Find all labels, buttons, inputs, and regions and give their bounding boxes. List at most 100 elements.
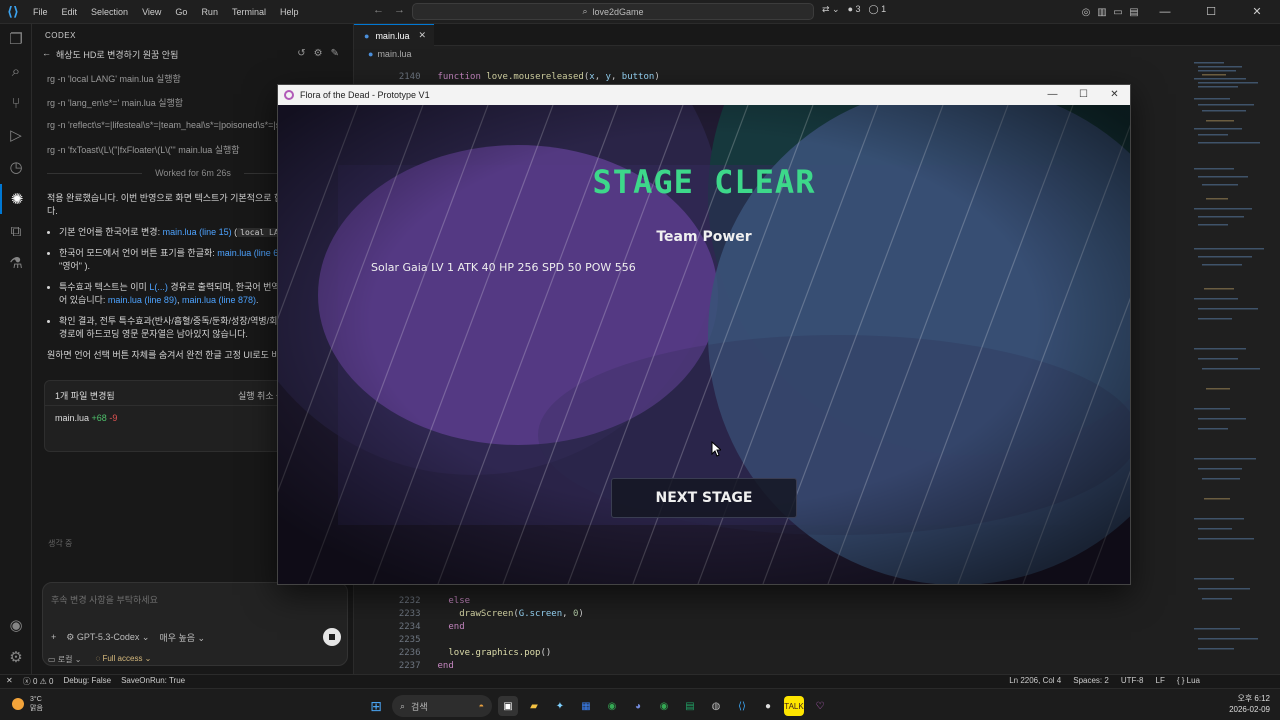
store-icon[interactable]: ▦: [576, 696, 596, 716]
run-debug-icon[interactable]: ▷: [0, 120, 32, 150]
errors-count[interactable]: ◯ 1: [869, 4, 887, 15]
workspace-name: love2dGame: [592, 6, 644, 17]
layout-customize-icon[interactable]: ▤: [1126, 7, 1142, 18]
composer-input[interactable]: 후속 변경 사항을 부탁하세요: [51, 593, 158, 606]
game-window-titlebar[interactable]: Flora of the Dead - Prototype V1 — ☐ ✕: [278, 85, 1130, 105]
start-icon[interactable]: ⊞: [366, 696, 386, 716]
search-activity-icon[interactable]: ⌕: [0, 56, 32, 86]
excel-icon[interactable]: ▤: [680, 696, 700, 716]
breadcrumb[interactable]: ● main.lua: [368, 49, 411, 59]
access-mode-selector[interactable]: ◌ Full access ⌄: [95, 654, 151, 665]
menu-go[interactable]: Go: [168, 0, 194, 24]
menu-terminal[interactable]: Terminal: [225, 0, 273, 24]
game-maximize-button[interactable]: ☐: [1068, 85, 1099, 105]
system-clock[interactable]: 오후 6:12 2026-02-09: [1229, 693, 1270, 715]
game-window: Flora of the Dead - Prototype V1 — ☐ ✕ S…: [277, 84, 1131, 585]
save-on-run-status[interactable]: SaveOnRun: True: [121, 676, 185, 687]
language-mode[interactable]: { } Lua: [1177, 676, 1200, 685]
vscode-taskbar-icon[interactable]: ⟨⟩: [732, 696, 752, 716]
stop-icon: [329, 634, 335, 640]
codex-icon[interactable]: ✺: [0, 184, 32, 214]
changes-count[interactable]: ● 3: [848, 4, 861, 15]
command-log-item[interactable]: rg -n 'lang_en\s*=' main.lua 실행함: [47, 96, 183, 109]
code-line[interactable]: 2237 end: [354, 651, 454, 671]
weather-widget[interactable]: 3°C 맑음: [12, 695, 43, 713]
command-log-item[interactable]: rg -n 'local LANG' main.lua 실행함: [47, 72, 181, 85]
discord-icon[interactable]: ◕: [628, 696, 648, 716]
problems-indicator[interactable]: ⓧ 0 ⚠ 0: [23, 676, 54, 687]
explorer-icon[interactable]: ❐: [0, 24, 32, 54]
forward-arrow-icon[interactable]: →: [394, 4, 405, 16]
minimize-button[interactable]: —: [1142, 0, 1188, 24]
settings-gear-icon[interactable]: ⚙: [0, 642, 32, 672]
minimap[interactable]: [1192, 58, 1278, 668]
inline-link[interactable]: L(...): [149, 282, 168, 292]
taskbar-search[interactable]: ⌕ 검색 ◓: [392, 695, 492, 717]
account-icon[interactable]: ◉: [0, 610, 32, 640]
menu-file[interactable]: File: [26, 0, 55, 24]
file-link[interactable]: main.lua (line 878): [182, 295, 256, 305]
menu-help[interactable]: Help: [273, 0, 306, 24]
menu-view[interactable]: View: [135, 0, 168, 24]
layout-sidebar-icon[interactable]: ▥: [1094, 7, 1110, 18]
additions-count: +68: [91, 413, 107, 423]
source-control-icon[interactable]: ⇄ ⌄: [822, 4, 840, 15]
steam-icon[interactable]: ◍: [706, 696, 726, 716]
github-icon[interactable]: ●: [758, 696, 778, 716]
tab-main-lua[interactable]: ● main.lua ✕: [354, 24, 434, 46]
code-line[interactable]: 2235: [354, 625, 438, 645]
settings-icon[interactable]: ⚙: [314, 48, 323, 59]
chrome-profile-icon[interactable]: ◉: [654, 696, 674, 716]
file-link[interactable]: main.lua (line 15): [163, 227, 232, 237]
close-tab-icon[interactable]: ✕: [418, 30, 426, 41]
menu-edit[interactable]: Edit: [55, 0, 85, 24]
back-icon[interactable]: ←: [42, 48, 51, 61]
timeline-icon[interactable]: ◷: [0, 152, 32, 182]
game-minimize-button[interactable]: —: [1037, 85, 1068, 105]
hero-stats-row: Solar Gaia LV 1 ATK 40 HP 256 SPD 50 POW…: [371, 261, 636, 274]
command-center-search[interactable]: ⌕ love2dGame: [412, 3, 814, 20]
status-bar: ✕ ⓧ 0 ⚠ 0 Debug: False SaveOnRun: True L…: [0, 674, 1280, 688]
menu-selection[interactable]: Selection: [84, 0, 135, 24]
code-line[interactable]: 2233 drawScreen(G.screen, 0): [354, 599, 584, 619]
remote-indicator-icon[interactable]: ✕: [6, 676, 13, 687]
indentation[interactable]: Spaces: 2: [1073, 676, 1109, 685]
task-view-icon[interactable]: ▣: [498, 696, 518, 716]
kakaotalk-icon[interactable]: TALK: [784, 696, 804, 716]
history-icon[interactable]: ↺: [297, 48, 305, 59]
local-mode-selector[interactable]: ▭ 로컬 ⌄: [48, 654, 81, 665]
next-stage-button[interactable]: NEXT STAGE: [611, 478, 797, 518]
code-line[interactable]: 2234 end: [354, 612, 465, 632]
back-arrow-icon[interactable]: ←: [373, 4, 384, 16]
debug-status[interactable]: Debug: False: [63, 676, 111, 687]
close-window-button[interactable]: ✕: [1234, 0, 1280, 24]
stop-button[interactable]: [323, 628, 341, 646]
encoding[interactable]: UTF-8: [1121, 676, 1144, 685]
code-line[interactable]: 2232 else: [354, 586, 470, 606]
love2d-app-icon[interactable]: ♡: [810, 696, 830, 716]
remote-icon[interactable]: ⧉: [0, 216, 32, 246]
model-selector[interactable]: ⚙ GPT-5.3-Codex ⌄: [66, 632, 149, 643]
chrome-icon[interactable]: ◉: [602, 696, 622, 716]
command-log-item[interactable]: rg -n 'reflect\s*=|lifesteal\s*=|team_he…: [47, 120, 282, 130]
changed-file-row[interactable]: main.lua +68 -9: [55, 413, 117, 423]
testing-icon[interactable]: ⚗: [0, 248, 32, 278]
line-ending[interactable]: LF: [1156, 676, 1165, 685]
reasoning-selector[interactable]: 매우 높음 ⌄: [159, 631, 205, 644]
file-link[interactable]: main.lua (line 67): [217, 248, 286, 258]
copilot-icon[interactable]: ◎: [1078, 7, 1094, 18]
code-line[interactable]: 2140 function love.mousereleased(x, y, bu…: [354, 62, 660, 82]
add-attachment-icon[interactable]: +: [51, 632, 56, 642]
cursor-position[interactable]: Ln 2206, Col 4: [1009, 676, 1061, 685]
file-link[interactable]: main.lua (line 89): [108, 295, 177, 305]
maximize-button[interactable]: ☐: [1188, 0, 1234, 24]
code-line[interactable]: 2236 love.graphics.pop(): [354, 638, 551, 658]
new-thread-icon[interactable]: ✎: [331, 48, 339, 59]
game-close-button[interactable]: ✕: [1099, 85, 1130, 105]
copilot-app-icon[interactable]: ✦: [550, 696, 570, 716]
menu-run[interactable]: Run: [194, 0, 225, 24]
layout-panel-icon[interactable]: ▭: [1110, 7, 1126, 18]
command-log-item[interactable]: rg -n 'fxToast\(L\("|fxFloater\(L\("' ma…: [47, 143, 240, 156]
source-control-activity-icon[interactable]: ⑂: [0, 88, 32, 118]
file-explorer-icon[interactable]: ▰: [524, 696, 544, 716]
